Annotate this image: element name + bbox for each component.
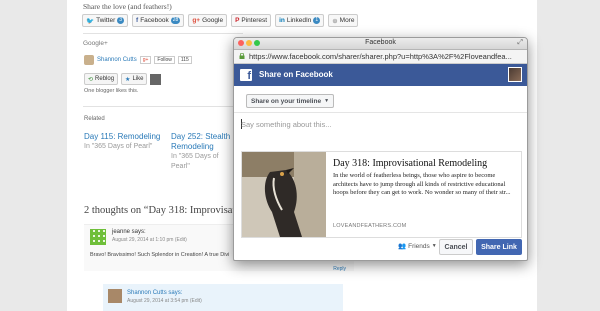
audience-selector[interactable]: 👥 Friends ▼ <box>398 242 437 251</box>
chevron-down-icon: ▼ <box>324 98 330 104</box>
related-item[interactable]: Day 115: Remodeling In "365 Days of Pear… <box>84 132 164 152</box>
google-plus-icon: g+ <box>192 17 201 24</box>
comments-heading: 2 thoughts on “Day 318: Improvisatio <box>84 205 244 216</box>
related-link[interactable]: Day 115: Remodeling <box>84 132 164 142</box>
facebook-share-button[interactable]: f Facebook 28 <box>132 14 185 27</box>
gplus-follow-count: 115 <box>177 56 192 64</box>
gplus-follow-button[interactable]: Follow <box>154 56 175 64</box>
linkedin-label: LinkedIn <box>286 17 312 24</box>
window-title: Facebook <box>365 39 396 46</box>
linkedin-icon: in <box>279 17 285 24</box>
cancel-button[interactable]: Cancel <box>439 239 473 255</box>
identicon-avatar <box>90 229 106 245</box>
link-preview-card[interactable]: Day 318: Improvisational Remodeling In t… <box>241 151 522 238</box>
linkedin-count: 1 <box>313 17 321 24</box>
comment-author: jeanne says: <box>112 229 146 235</box>
preview-image <box>242 152 326 237</box>
chevron-down-icon: ▼ <box>431 243 437 249</box>
url-text: https://www.facebook.com/sharer/sharer.p… <box>249 52 512 61</box>
facebook-logo-icon: f <box>240 69 252 81</box>
star-icon: ★ <box>125 76 131 83</box>
window-titlebar: Facebook ⤢ <box>234 38 527 50</box>
user-avatar[interactable] <box>508 67 522 82</box>
share-destination-label: Share on your timeline <box>251 97 322 105</box>
lock-icon <box>239 53 245 59</box>
preview-description: In the world of featherless beings, thos… <box>333 172 511 196</box>
reblog-like-row: ⟲ Reblog ★ Like <box>84 73 162 85</box>
related-heading: Related <box>84 116 105 122</box>
reblog-button[interactable]: ⟲ Reblog <box>84 73 119 85</box>
gplus-heading: Google+ <box>83 40 108 47</box>
preview-title: Day 318: Improvisational Remodeling <box>333 158 488 169</box>
pinterest-label: Pinterest <box>241 17 268 24</box>
divider <box>83 33 243 34</box>
gplus-avatar <box>84 55 94 65</box>
comment-text: Bravo! Bravissimo! Such Splendor in Crea… <box>90 252 230 258</box>
pinterest-icon: P <box>235 17 240 24</box>
message-input[interactable]: Say something about this... <box>241 120 331 129</box>
twitter-share-button[interactable]: 🐦 Twitter 3 <box>82 14 129 27</box>
pinterest-share-button[interactable]: P Pinterest <box>231 14 272 27</box>
like-label: Like <box>132 76 144 82</box>
facebook-label: Facebook <box>140 17 169 24</box>
related-link[interactable]: Day 252: Stealth Remodeling <box>171 132 231 152</box>
linkedin-share-button[interactable]: in LinkedIn 1 <box>275 14 325 27</box>
share-destination-dropdown[interactable]: Share on your timeline ▼ <box>246 94 335 108</box>
plus-icon: ⊕ <box>332 17 338 25</box>
facebook-count: 28 <box>170 17 181 24</box>
avatar <box>108 289 122 303</box>
share-buttons-row: 🐦 Twitter 3 f Facebook 28 g+ Google P Pi… <box>82 14 359 27</box>
related-category: In "365 Days of Pearl" <box>84 143 153 150</box>
divider <box>234 112 527 113</box>
preview-domain: LOVEANDFEATHERS.COM <box>333 223 407 229</box>
google-label: Google <box>202 17 224 24</box>
divider <box>83 106 243 107</box>
twitter-icon: 🐦 <box>86 17 95 25</box>
likes-text: One blogger likes this. <box>84 88 139 94</box>
liker-avatar[interactable] <box>150 73 162 85</box>
twitter-count: 3 <box>117 17 125 24</box>
comment-date[interactable]: August 29, 2014 at 3:54 pm (Edit) <box>127 298 202 304</box>
comment: Shannon Cutts says: August 29, 2014 at 3… <box>103 284 343 311</box>
expand-icon[interactable]: ⤢ <box>517 39 523 47</box>
audience-label: Friends <box>408 242 430 250</box>
gplus-row: Shannon Cutts g+ Follow 115 <box>84 55 192 65</box>
reblog-icon: ⟲ <box>88 76 94 83</box>
facebook-icon: f <box>136 17 139 24</box>
related-category: In "365 Days of Pearl" <box>171 153 219 170</box>
facebook-share-window: Facebook ⤢ https://www.facebook.com/shar… <box>233 37 528 261</box>
related-item[interactable]: Day 252: Stealth Remodeling In "365 Days… <box>171 132 231 172</box>
share-link-button[interactable]: Share Link <box>476 239 522 255</box>
gplus-profile-link[interactable]: Shannon Cutts <box>97 57 137 63</box>
fb-header: f Share on Facebook <box>234 64 527 86</box>
like-button[interactable]: ★ Like <box>121 73 148 85</box>
google-share-button[interactable]: g+ Google <box>188 14 228 27</box>
more-label: More <box>339 17 355 24</box>
people-icon: 👥 <box>398 243 407 250</box>
twitter-label: Twitter <box>96 17 116 24</box>
address-bar[interactable]: https://www.facebook.com/sharer/sharer.p… <box>234 50 527 64</box>
fb-header-title: Share on Facebook <box>259 70 333 79</box>
reply-link[interactable]: Reply <box>333 266 346 272</box>
gplus-badge-icon: g+ <box>139 56 152 64</box>
comment-author[interactable]: Shannon Cutts says: <box>127 290 182 296</box>
comment-date[interactable]: August 29, 2014 at 1:10 pm (Edit) <box>112 237 187 243</box>
reblog-label: Reblog <box>95 76 115 82</box>
more-share-button[interactable]: ⊕ More <box>328 14 359 27</box>
share-heading: Share the love (and feathers!) <box>83 2 172 11</box>
